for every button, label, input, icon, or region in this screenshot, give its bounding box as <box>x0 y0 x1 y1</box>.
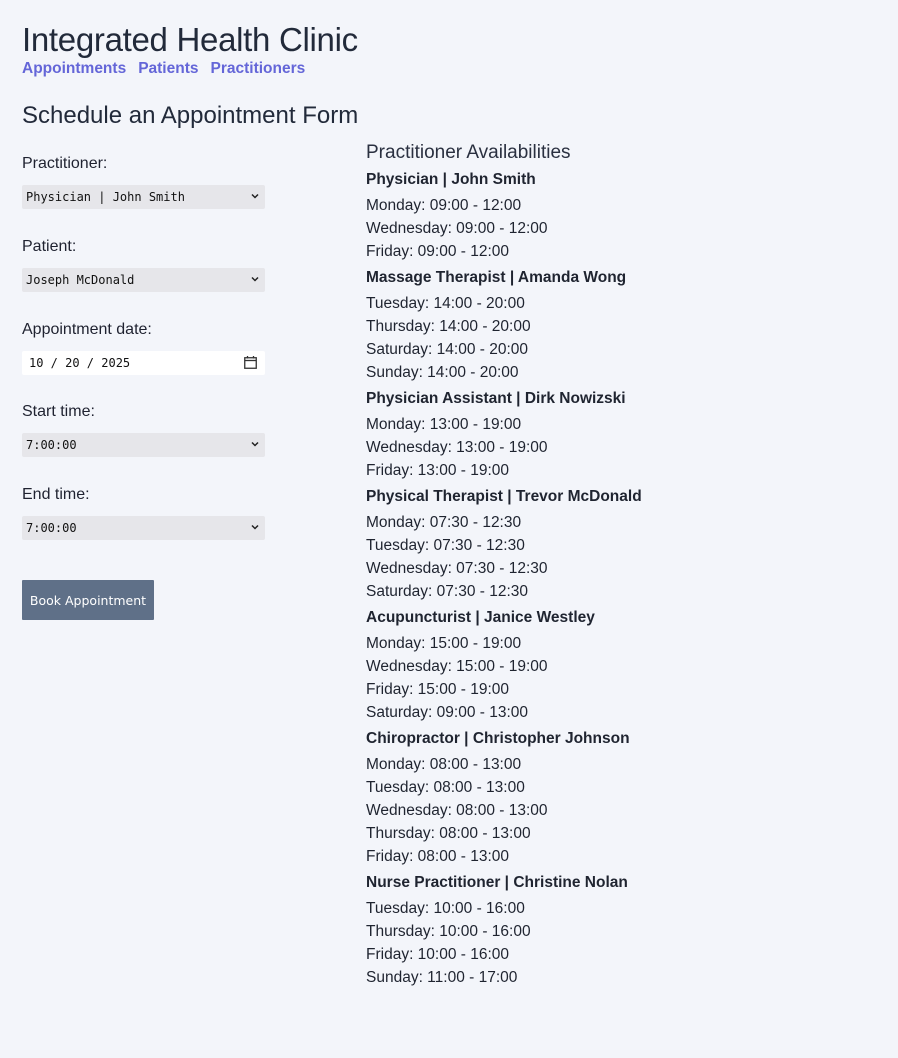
patient-select-value: Joseph McDonald <box>26 273 135 287</box>
chevron-down-icon <box>251 524 259 530</box>
chevron-down-icon <box>251 441 259 447</box>
nav-link-practitioners[interactable]: Practitioners <box>211 59 306 79</box>
practitioner-availability: Nurse Practitioner | Christine Nolan Tues… <box>366 872 866 989</box>
availability-slot: Friday: 08:00 - 13:00 <box>366 848 510 865</box>
practitioner-name: Massage Therapist | Amanda Wong <box>366 269 627 286</box>
start-time-select[interactable]: 7:00:00 <box>22 433 265 457</box>
practitioner-name: Nurse Practitioner | Christine Nolan <box>366 874 628 891</box>
book-appointment-button[interactable]: Book Appointment <box>22 580 154 620</box>
start-time-label: Start time: <box>22 403 95 420</box>
practitioner-name: Chiropractor | Christopher Johnson <box>366 730 630 747</box>
practitioner-availability: Physical Therapist | Trevor McDonald Mond… <box>366 486 866 603</box>
availability-slot: Monday: 09:00 - 12:00 <box>366 197 522 214</box>
availability-slot: Wednesday: 15:00 - 19:00 <box>366 658 548 675</box>
availability-slot: Friday: 13:00 - 19:00 <box>366 462 510 479</box>
form-title: Schedule an Appointment Form <box>22 102 359 129</box>
patient-label: Patient: <box>22 238 77 255</box>
appointment-date-label: Appointment date: <box>22 321 152 338</box>
practitioner-availability: Chiropractor | Christopher Johnson Monday… <box>366 728 866 868</box>
appointment-date-input[interactable]: 10 / 20 / 2025 <box>22 351 265 375</box>
availability-slot: Monday: 07:30 - 12:30 <box>366 514 522 531</box>
appointment-date-value: 10 / 20 / 2025 <box>29 356 131 370</box>
availability-slot: Tuesday: 08:00 - 13:00 <box>366 779 525 796</box>
nav-link-patients[interactable]: Patients <box>138 59 198 79</box>
chevron-down-icon <box>251 193 259 199</box>
availability-slot: Tuesday: 10:00 - 16:00 <box>366 900 525 917</box>
availability-slot: Monday: 08:00 - 13:00 <box>366 756 522 773</box>
availability-slot: Tuesday: 14:00 - 20:00 <box>366 295 525 312</box>
end-time-value: 7:00:00 <box>26 521 77 535</box>
practitioner-name: Physician Assistant | Dirk Nowizski <box>366 390 626 407</box>
end-time-select[interactable]: 7:00:00 <box>22 516 265 540</box>
availability-slot: Wednesday: 13:00 - 19:00 <box>366 439 548 456</box>
availability-slot: Friday: 09:00 - 12:00 <box>366 243 510 260</box>
availability-slot: Monday: 15:00 - 19:00 <box>366 635 522 652</box>
availability-slot: Wednesday: 08:00 - 13:00 <box>366 802 548 819</box>
availability-slot: Thursday: 10:00 - 16:00 <box>366 923 531 940</box>
practitioner-name: Physical Therapist | Trevor McDonald <box>366 488 642 505</box>
availability-slot: Wednesday: 09:00 - 12:00 <box>366 220 548 237</box>
patient-select[interactable]: Joseph McDonald <box>22 268 265 292</box>
start-time-value: 7:00:00 <box>26 438 77 452</box>
availability-slot: Saturday: 09:00 - 13:00 <box>366 704 529 721</box>
availabilities-title: Practitioner Availabilities <box>366 142 571 163</box>
availability-slot: Sunday: 14:00 - 20:00 <box>366 364 519 381</box>
practitioner-availability: Physician Assistant | Dirk Nowizski Monda… <box>366 388 866 482</box>
availability-slot: Tuesday: 07:30 - 12:30 <box>366 537 525 554</box>
availability-slot: Monday: 13:00 - 19:00 <box>366 416 522 433</box>
availability-slot: Saturday: 07:30 - 12:30 <box>366 583 529 600</box>
availability-slot: Thursday: 08:00 - 13:00 <box>366 825 531 842</box>
availability-slot: Saturday: 14:00 - 20:00 <box>366 341 529 358</box>
practitioner-name: Physician | John Smith <box>366 171 536 188</box>
practitioner-availability: Acupuncturist | Janice Westley Monday: 15… <box>366 607 866 724</box>
availability-slot: Thursday: 14:00 - 20:00 <box>366 318 531 335</box>
availability-list: Physician | John Smith Monday: 09:00 - 12… <box>366 169 866 989</box>
calendar-icon[interactable] <box>244 356 257 369</box>
end-time-label: End time: <box>22 486 90 503</box>
practitioner-availabilities: Practitioner Availabilities Physician | … <box>366 141 866 989</box>
chevron-down-icon <box>251 276 259 282</box>
practitioner-select[interactable]: Physician | John Smith <box>22 185 265 209</box>
practitioner-availability: Massage Therapist | Amanda Wong Tuesday: … <box>366 267 866 384</box>
practitioner-select-value: Physician | John Smith <box>26 190 185 204</box>
main-nav: Appointments Patients Practitioners <box>22 59 305 79</box>
availability-slot: Friday: 10:00 - 16:00 <box>366 946 510 963</box>
practitioner-availability: Physician | John Smith Monday: 09:00 - 12… <box>366 169 866 263</box>
site-title: Integrated Health Clinic <box>22 21 358 58</box>
availability-slot: Friday: 15:00 - 19:00 <box>366 681 510 698</box>
availability-slot: Wednesday: 07:30 - 12:30 <box>366 560 548 577</box>
nav-link-appointments[interactable]: Appointments <box>22 59 126 79</box>
practitioner-name: Acupuncturist | Janice Westley <box>366 609 595 626</box>
practitioner-label: Practitioner: <box>22 155 108 172</box>
availability-slot: Sunday: 11:00 - 17:00 <box>366 969 518 986</box>
